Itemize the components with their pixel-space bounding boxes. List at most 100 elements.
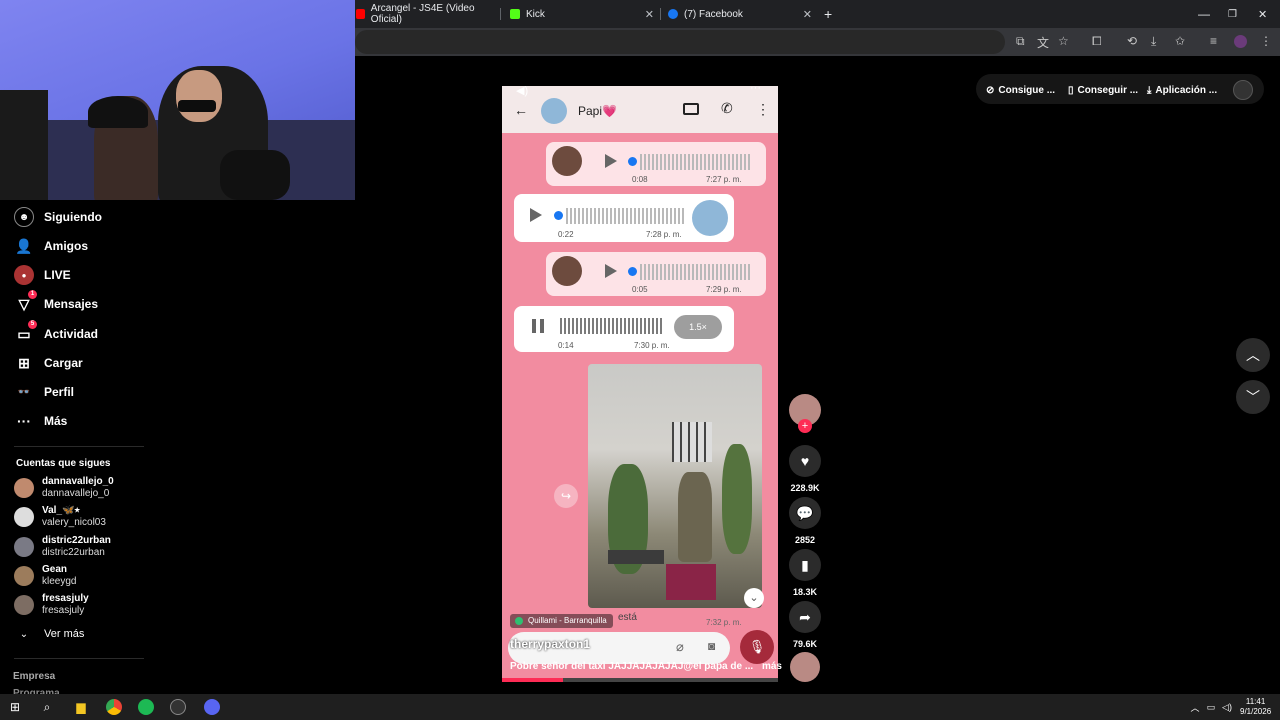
following-account[interactable]: Gean kleeygd (14, 564, 76, 588)
avatar (14, 537, 34, 557)
comment-button[interactable]: 💬 2852 (788, 497, 822, 545)
play-icon (605, 264, 617, 278)
close-window-icon[interactable]: ✕ (1258, 4, 1267, 24)
sidebar-item-label: Más (44, 414, 68, 428)
get-coins-button[interactable]: ⊘ Consigue ... (986, 80, 1055, 100)
see-more-button[interactable]: ⌄ Ver más (14, 624, 85, 644)
address-bar[interactable] (355, 30, 1005, 54)
spotify-icon[interactable] (138, 699, 154, 715)
history-icon[interactable]: ⟲ (1127, 34, 1137, 48)
sidebar-item-activity[interactable]: ▭ 5 Actividad (14, 320, 98, 344)
user-avatar[interactable] (1233, 80, 1253, 100)
video-progress-bar[interactable] (502, 678, 778, 682)
following-account[interactable]: Val_🦋⭑ valery_nicol03 (14, 505, 106, 529)
creator-avatar-rail[interactable]: + (788, 394, 822, 433)
windows-start-icon[interactable]: ⊞ (6, 698, 24, 716)
download-app-button[interactable]: ⤓ Aplicación ... (1147, 80, 1217, 100)
share-button[interactable]: ➦ 79.6K (788, 601, 822, 649)
extensions-icon[interactable]: ⧠ (1092, 34, 1102, 49)
sidebar-item-profile[interactable]: 👓 Perfil (14, 382, 74, 402)
message-time: 7:27 p. m. (706, 175, 742, 184)
translate-icon[interactable]: 文 (1037, 34, 1049, 51)
new-tab-button[interactable]: + (824, 4, 832, 24)
more-link[interactable]: más (762, 661, 782, 672)
heart-icon: ♥ (789, 445, 821, 477)
more-options-icon[interactable]: ··· (750, 86, 761, 94)
clock-time: 11:41 (1245, 697, 1266, 706)
tab-youtube[interactable]: Arcangel - JS4E (Video Oficial) (356, 3, 492, 25)
close-tab-icon[interactable]: ✕ (645, 8, 654, 21)
volume-tray-icon[interactable]: ◁) (1218, 698, 1236, 716)
media-icon[interactable]: ≡ (1210, 34, 1217, 48)
get-app-button[interactable]: ▯ Conseguir ... (1068, 80, 1138, 100)
messages-icon: ▽ 1 (14, 290, 37, 314)
comment-count: 2852 (794, 535, 816, 545)
like-button[interactable]: ♥ 228.9K (788, 445, 822, 493)
music-disc-icon (790, 652, 820, 682)
activity-badge: 5 (28, 320, 37, 329)
creator-username[interactable]: therrypaxton1 (510, 637, 590, 651)
table (608, 550, 664, 564)
account-handle: kleeygd (42, 576, 77, 587)
obs-icon[interactable] (170, 699, 186, 715)
system-clock[interactable]: 11:41 9/1/2026 (1240, 697, 1271, 717)
sidebar-item-label: LIVE (44, 268, 71, 282)
file-explorer-icon[interactable]: ▆ (72, 698, 90, 716)
account-handle: fresasjuly (42, 605, 85, 616)
following-account[interactable]: fresasjuly fresasjuly (14, 593, 89, 617)
tab-kick[interactable]: Kick ✕ (510, 4, 654, 24)
menu-dots-icon: ⋮ (756, 101, 770, 117)
photo-caption: está (618, 612, 637, 623)
search-icon[interactable]: ⌕ (38, 698, 56, 716)
music-disc[interactable] (788, 652, 822, 682)
more-icon: ··· (17, 413, 31, 429)
share-icon: ➦ (789, 601, 821, 633)
tab-facebook[interactable]: (7) Facebook ✕ (668, 4, 812, 24)
share-count: 79.6K (792, 639, 818, 649)
cast-icon[interactable]: ⧉ (1016, 34, 1025, 49)
download-icon[interactable]: ⤓ (1151, 34, 1156, 49)
minimize-icon[interactable]: — (1198, 4, 1210, 24)
star-icon[interactable]: ☆ (1058, 34, 1069, 48)
account-name: dannavallejo_0 (42, 476, 114, 487)
profile-avatar[interactable] (1234, 35, 1247, 48)
video-description: Pobre señor del taxi JAJJAJAJAJAJ@el pap… (510, 661, 782, 672)
discord-icon[interactable] (204, 699, 220, 715)
divider (14, 658, 144, 659)
sidebar-item-upload[interactable]: ⊞ Cargar (14, 353, 83, 373)
sidebar-item-friends[interactable]: 👤 Amigos (14, 236, 88, 256)
bookmark-button[interactable]: ▮ 18.3K (788, 549, 822, 597)
restore-icon[interactable]: ❐ (1228, 4, 1237, 24)
play-icon (530, 208, 542, 222)
upload-icon: ⊞ (18, 354, 30, 371)
sidebar-item-live[interactable]: ● LIVE (14, 265, 71, 285)
sidebar-item-messages[interactable]: ▽ 1 Mensajes (14, 290, 98, 314)
sidebar-item-more[interactable]: ··· Más (14, 411, 67, 431)
account-handle: valery_nicol03 (42, 517, 106, 528)
volume-icon[interactable]: ◀) (516, 86, 528, 97)
progress-dot (628, 267, 637, 276)
bookmarks-icon[interactable]: ✩ (1175, 34, 1185, 48)
sidebar-item-following[interactable]: ☻ Siguiendo (14, 207, 102, 227)
following-account[interactable]: dannavallejo_0 dannavallejo_0 (14, 476, 114, 500)
next-video-button[interactable]: ﹀ (1236, 380, 1270, 414)
menu-icon[interactable]: ⋮ (1260, 34, 1272, 48)
tab-title: Arcangel - JS4E (Video Oficial) (370, 3, 475, 25)
pill-label: Consigue ... (998, 84, 1056, 96)
kick-icon (510, 9, 520, 19)
sender-avatar (552, 146, 582, 176)
close-tab-icon[interactable]: ✕ (803, 8, 812, 21)
chrome-icon[interactable] (106, 699, 122, 715)
footer-link-business[interactable]: Empresa (13, 671, 55, 682)
follow-plus-icon[interactable]: + (798, 419, 812, 433)
account-handle: dannavallejo_0 (42, 488, 110, 499)
following-account[interactable]: distric22urban distric22urban (14, 535, 111, 559)
camera-icon: ◙ (708, 639, 716, 653)
video-player[interactable]: ← Papi💗 ✆ ⋮ 0:08 7:27 p. m. 0:22 7:28 p.… (502, 86, 778, 682)
previous-video-button[interactable]: ︿ (1236, 338, 1270, 372)
location-tag[interactable]: Quillami - Barranquilla (510, 614, 613, 628)
play-icon (605, 154, 617, 168)
phone-icon: ▯ (1068, 84, 1074, 96)
avatar (14, 478, 34, 498)
account-name: Val_🦋⭑ (42, 505, 80, 516)
